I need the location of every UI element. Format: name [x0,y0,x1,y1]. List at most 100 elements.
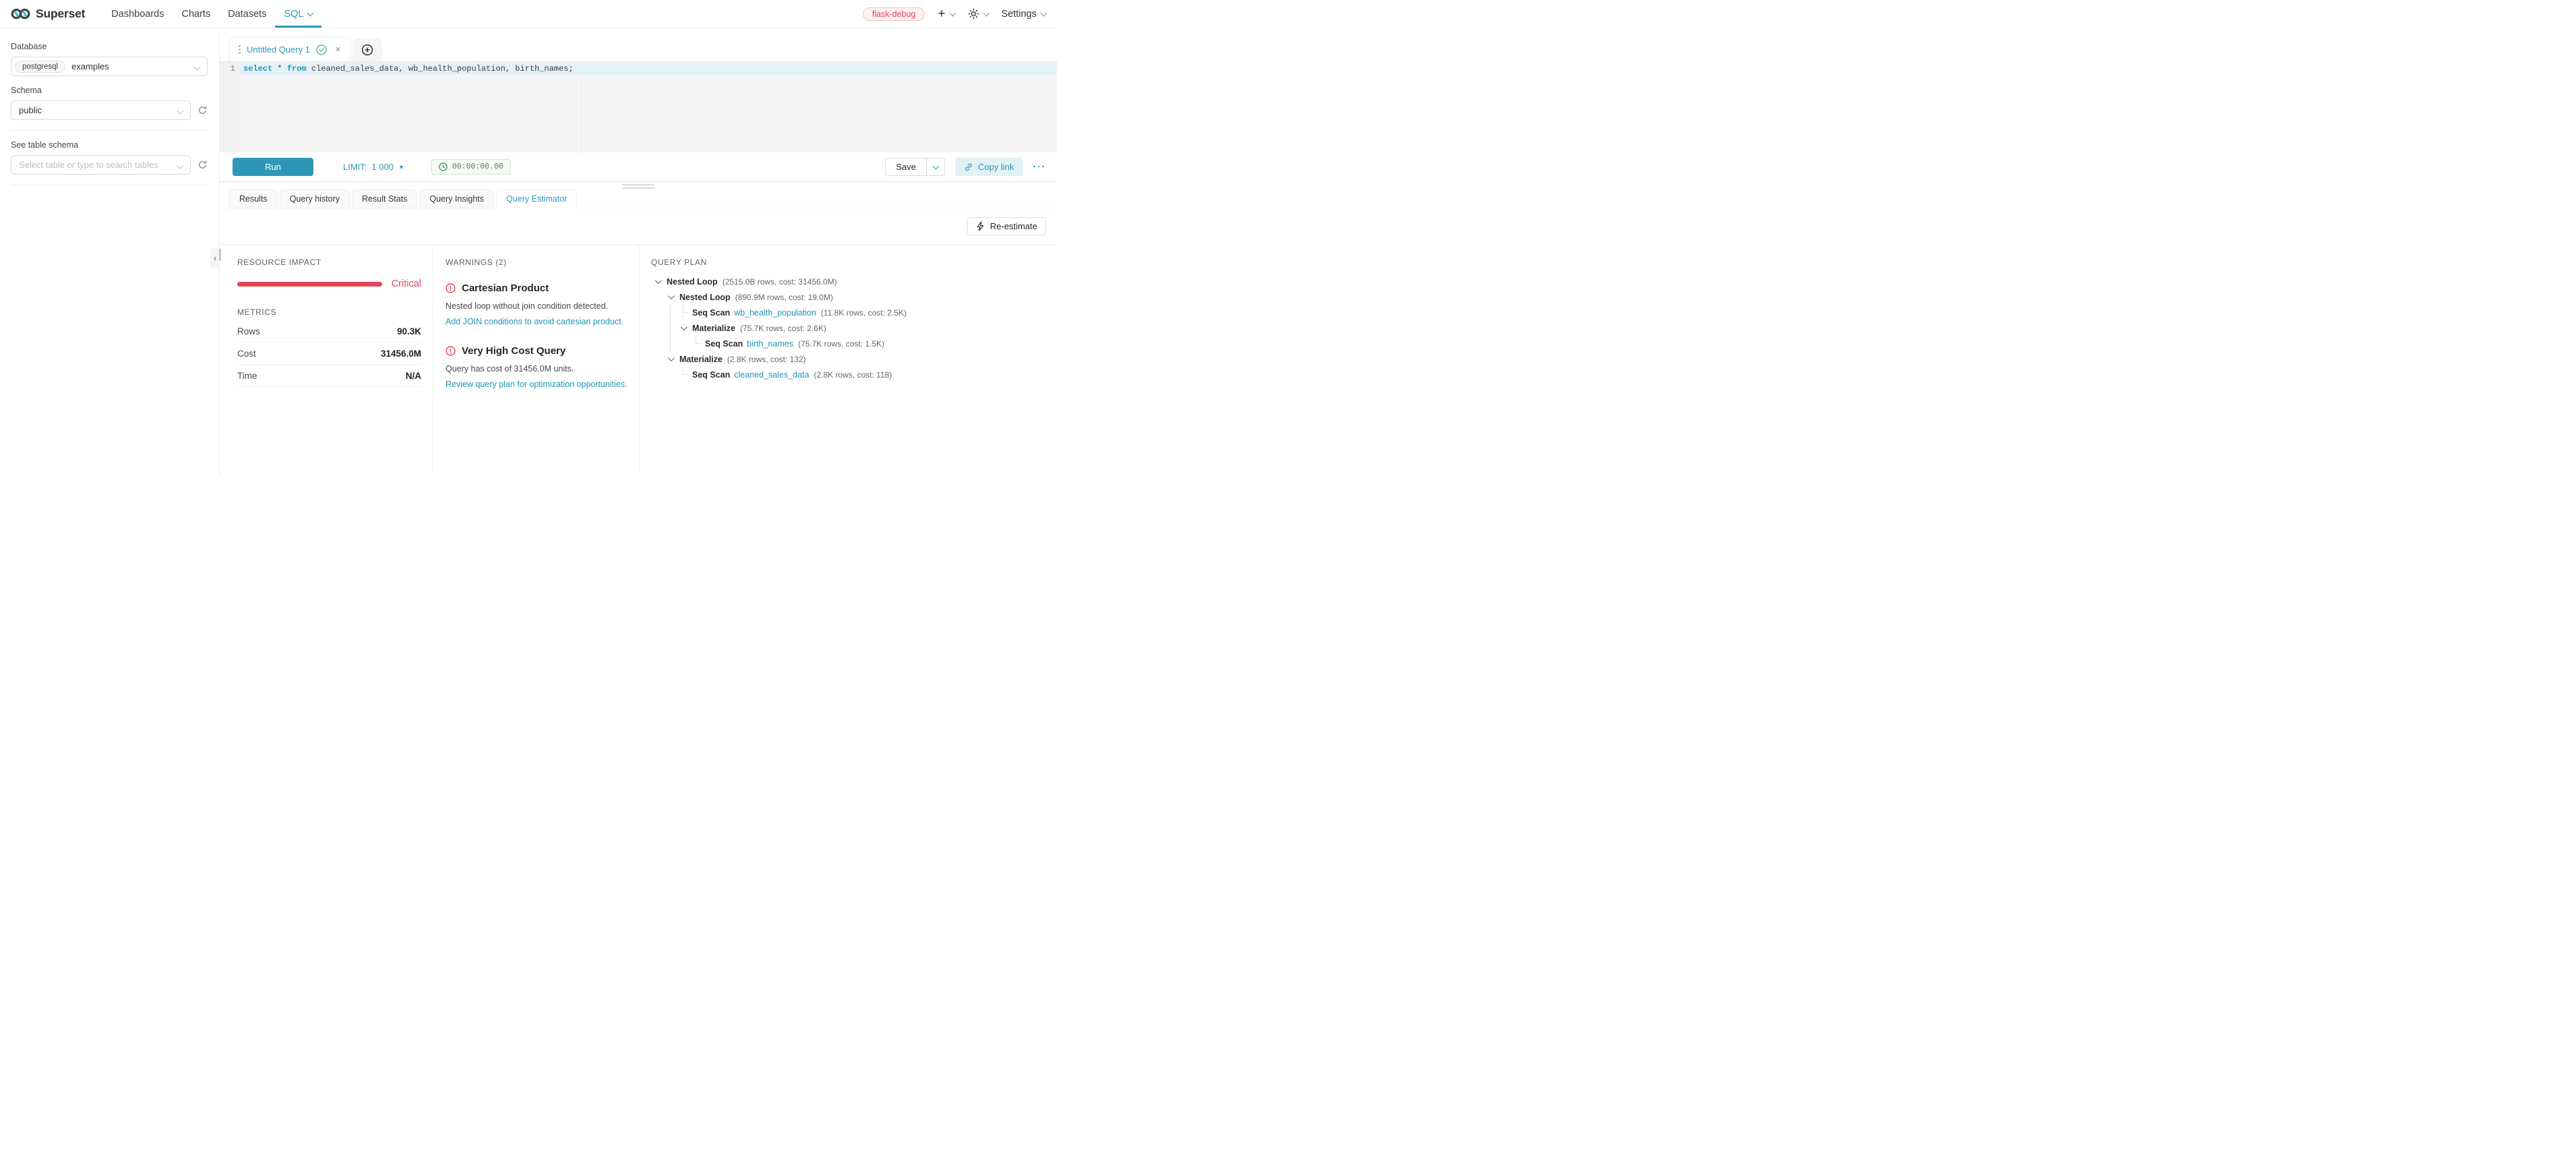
caret-down-icon[interactable] [664,289,677,305]
refresh-schemas-icon[interactable] [197,105,208,115]
plan-node-name: Seq Scan [705,339,743,349]
table-select-placeholder: Select table or type to search tables [19,160,158,170]
query-plan-node: Nested Loop(890.9M rows, cost: 19.0M) [651,289,1046,305]
metric-row: TimeN/A [237,365,421,387]
navbar: Superset DashboardsChartsDatasetsSQL fla… [0,0,1057,28]
editor-active-line[interactable]: select * from cleaned_sales_data, wb_hea… [240,63,1057,75]
chevron-left-icon: ‹ [214,254,216,263]
database-engine-tag: postgresql [15,61,65,73]
nav-item-datasets[interactable]: Datasets [219,0,275,28]
new-item-button[interactable]: + [938,7,954,20]
query-estimator-panel: Re-estimate RESOURCE IMPACT Critical MET… [220,208,1057,473]
tree-guide [651,336,664,351]
new-query-tab-button[interactable] [352,38,382,61]
warning-title-text: Very High Cost Query [462,345,565,357]
pane-splitter[interactable] [220,182,1057,189]
settings-menu[interactable]: Settings [1002,9,1046,20]
query-plan-tree: Nested Loop(2515.0B rows, cost: 31456.0M… [651,274,1046,382]
more-menu-button[interactable]: ··· [1033,161,1047,173]
database-select[interactable]: postgresql examples [11,57,208,76]
copy-link-button[interactable]: Copy link [955,158,1022,176]
nav-item-dashboards[interactable]: Dashboards [102,0,173,28]
schema-value: public [19,105,42,115]
nav-item-sql[interactable]: SQL [275,0,321,28]
warnings-list: Cartesian ProductNested loop without joi… [446,283,628,389]
tree-guide [651,351,664,367]
resource-impact-title: RESOURCE IMPACT [237,258,421,267]
warning-suggestion-link[interactable]: Review query plan for optimization oppor… [446,380,628,389]
tab-query-insights[interactable]: Query Insights [419,189,494,208]
save-button[interactable]: Save [886,158,927,175]
chevron-down-icon [983,9,989,16]
plan-node-detail: (75.7K rows, cost: 2.6K) [740,324,826,333]
tab-result-stats[interactable]: Result Stats [352,189,417,208]
table-schema-label: See table schema [11,140,208,150]
warning-description: Nested loop without join condition detec… [446,301,628,311]
drag-handle-icon[interactable] [239,45,241,54]
reestimate-button[interactable]: Re-estimate [967,217,1046,235]
query-plan-title: QUERY PLAN [651,258,1046,267]
limit-value: 1 000 [371,162,394,172]
timer-value: 00:00:00.00 [452,162,503,171]
sun-icon [968,8,979,20]
table-select[interactable]: Select table or type to search tables [11,155,191,175]
plan-node-name: Nested Loop [667,277,718,287]
warning-title: Very High Cost Query [446,345,628,357]
collapse-sidebar-button[interactable]: ‹ [210,248,220,268]
tree-connector-icon [677,305,689,320]
theme-toggle-button[interactable] [968,8,989,20]
sql-editor[interactable]: 1 select * from cleaned_sales_data, wb_h… [220,61,1057,152]
refresh-tables-icon[interactable] [197,160,208,170]
chevron-down-icon [177,108,184,115]
check-circle-icon [316,44,327,55]
schema-select[interactable]: public [11,100,191,120]
sidebar-resize-handle[interactable] [219,249,221,261]
plan-node-name: Materialize [692,324,735,333]
warning-suggestion-link[interactable]: Add JOIN conditions to avoid cartesian p… [446,317,628,326]
tree-connector-icon [689,336,702,351]
superset-logo-icon [11,7,30,21]
save-options-button[interactable] [927,158,944,175]
query-timer: 00:00:00.00 [431,159,511,175]
plan-table-link[interactable]: cleaned_sales_data [734,370,809,380]
plan-node-detail: (75.7K rows, cost: 1.5K) [798,339,884,349]
query-tab-title: Untitled Query 1 [247,44,310,55]
query-plan-node: Seq Scan birth_names (75.7K rows, cost: 1.… [651,336,1046,351]
editor-gutter: 1 [220,62,240,152]
nav-item-label: Datasets [228,9,266,20]
run-button[interactable]: Run [233,158,313,176]
caret-down-icon[interactable] [664,351,677,367]
tab-query-estimator[interactable]: Query Estimator [496,189,577,208]
limit-dropdown[interactable]: LIMIT: 1 000 ▼ [343,162,404,172]
plus-circle-icon [361,44,373,56]
settings-label: Settings [1002,9,1037,20]
chevron-down-icon [932,163,939,170]
chevron-down-icon [177,162,184,169]
caret-down-icon[interactable] [651,274,664,289]
warning-description: Query has cost of 31456.0M units. [446,364,628,374]
nav-item-charts[interactable]: Charts [173,0,219,28]
metric-label: Rows [237,326,260,336]
caret-down-icon: ▼ [398,164,404,171]
close-icon[interactable]: × [335,44,341,55]
metric-row: Cost31456.0M [237,343,421,365]
superset-logo[interactable]: Superset [11,0,85,28]
tab-results[interactable]: Results [229,189,278,208]
sql-token: * [272,64,287,73]
metric-value: 90.3K [397,326,421,336]
query-tab[interactable]: Untitled Query 1 × [229,37,350,61]
plan-table-link[interactable]: birth_names [747,339,793,349]
sql-token: select [243,64,272,73]
chevron-down-icon [307,9,314,16]
plan-node-detail: (2.8K rows, cost: 118) [814,370,892,380]
sql-code-line: select * from cleaned_sales_data, wb_hea… [243,64,574,73]
caret-down-icon[interactable] [677,320,689,336]
plan-table-link[interactable]: wb_health_population [734,308,816,318]
tab-query-history[interactable]: Query history [280,189,350,208]
limit-label: LIMIT: [343,162,367,172]
resource-impact-column: RESOURCE IMPACT Critical METRICS Rows90.… [220,245,432,473]
plan-node-name: Seq Scan [692,308,730,318]
impact-level-label: Critical [392,278,421,289]
sidebar-divider [11,130,208,131]
plan-node-name: Seq Scan [692,370,730,380]
